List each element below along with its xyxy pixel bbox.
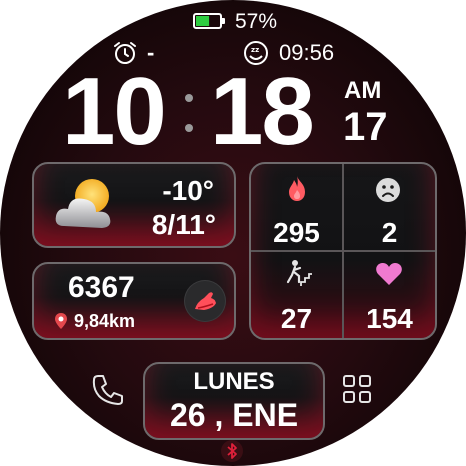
weather-temperature: -10° — [162, 175, 214, 206]
time-hours: 10 — [62, 58, 167, 165]
weather-panel[interactable]: -10° 8/11° — [32, 162, 236, 248]
time-ampm: AM — [344, 77, 382, 104]
date-day-month: 26 , ENE — [169, 397, 299, 433]
date-panel[interactable]: LUNES 26 , ENE — [143, 362, 325, 440]
stairs-climber-icon — [283, 258, 313, 288]
sad-face-icon — [374, 176, 402, 204]
battery-icon — [193, 12, 227, 30]
flame-icon — [285, 174, 309, 202]
time-minutes: 18 — [210, 58, 315, 165]
floors-value: 27 — [280, 303, 313, 334]
heart-icon — [375, 262, 403, 286]
svg-text:zz: zz — [251, 46, 259, 54]
time-seconds: 17 — [343, 105, 388, 149]
steps-panel[interactable]: 6367 9,84km — [32, 262, 236, 340]
phone-icon[interactable] — [90, 372, 126, 408]
apps-grid-icon[interactable] — [342, 374, 372, 404]
watch-face: 57% - zz 09:56 10 18 AM 17 -10° 8/11° 63… — [0, 0, 466, 466]
stats-panel: 295 2 27 154 — [249, 162, 437, 340]
floors-cell[interactable]: 27 — [251, 252, 342, 338]
steps-distance: 9,84km — [74, 311, 136, 331]
bluetooth-icon — [221, 440, 243, 462]
calories-value: 295 — [273, 217, 320, 248]
date-weekday: LUNES — [193, 368, 275, 395]
calories-cell[interactable]: 295 — [251, 164, 342, 250]
weather-range: 8/11° — [151, 209, 216, 240]
location-pin-icon — [54, 312, 68, 330]
heart-rate-cell[interactable]: 154 — [344, 252, 435, 338]
steps-count: 6367 — [68, 271, 135, 304]
running-shoe-icon — [184, 280, 226, 322]
time-separator — [184, 88, 194, 138]
heart-rate-value: 154 — [366, 303, 413, 334]
battery-percent: 57% — [235, 10, 278, 33]
stress-cell[interactable]: 2 — [344, 164, 435, 250]
partly-cloudy-icon — [52, 174, 122, 234]
stress-value: 2 — [381, 217, 398, 248]
